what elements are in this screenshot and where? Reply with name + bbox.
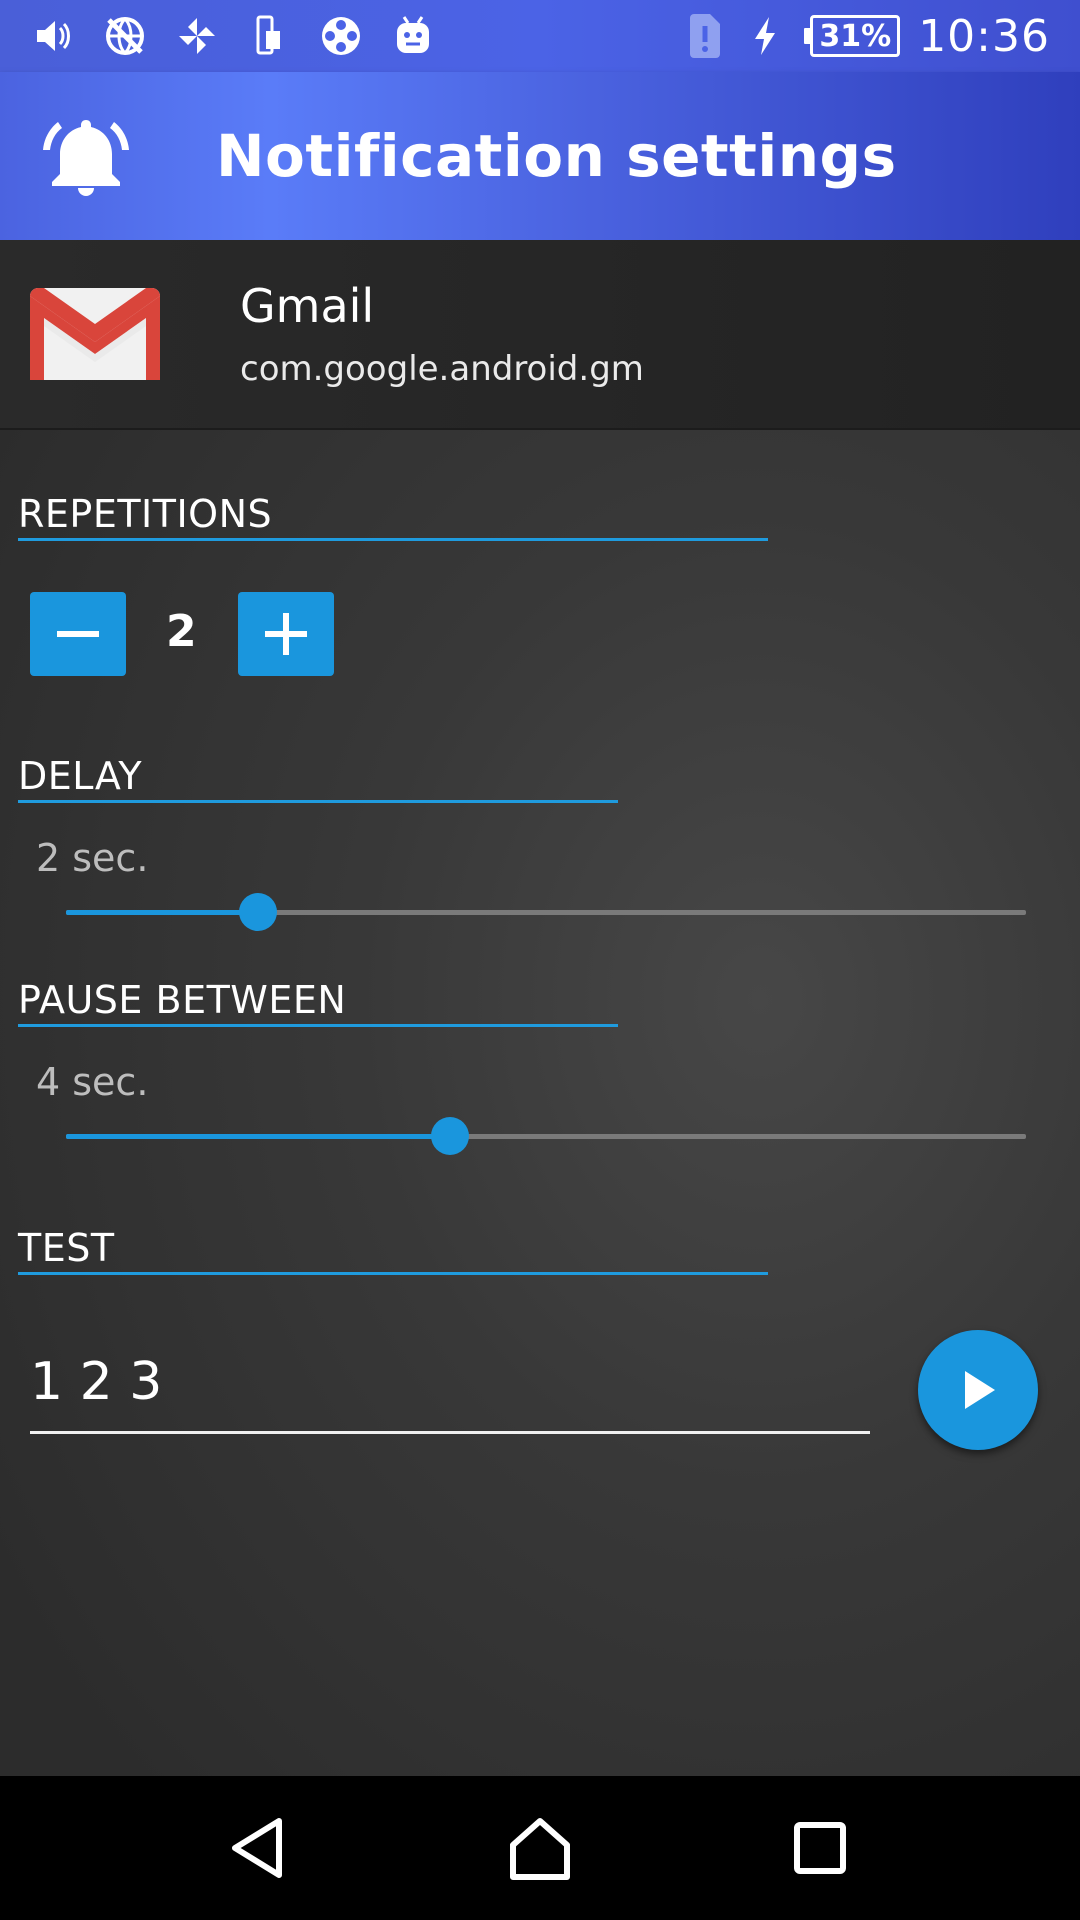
pause-between-slider-fill xyxy=(66,1134,450,1139)
delay-slider-fill xyxy=(66,910,258,915)
charging-icon xyxy=(744,15,786,57)
pause-between-value: 4 sec. xyxy=(36,1060,149,1104)
minus-icon xyxy=(57,631,99,637)
back-button[interactable] xyxy=(215,1803,305,1893)
film-reel-icon xyxy=(320,15,362,57)
delay-divider xyxy=(18,800,618,803)
battery-percent: 31% xyxy=(810,15,901,57)
decrement-button[interactable] xyxy=(30,592,126,676)
delay-label: DELAY xyxy=(18,754,143,798)
repetitions-label: REPETITIONS xyxy=(18,492,273,536)
plus-icon xyxy=(265,613,307,655)
play-button[interactable] xyxy=(918,1330,1038,1450)
screen: 31% 10:36 Notification settings Gmail co… xyxy=(0,0,1080,1920)
pause-between-slider-thumb[interactable] xyxy=(431,1117,469,1155)
page-title: Notification settings xyxy=(216,122,897,190)
test-divider xyxy=(18,1272,768,1275)
pause-between-slider[interactable] xyxy=(66,1117,1026,1155)
sim-alert-icon xyxy=(684,14,726,58)
pinwheel-icon xyxy=(176,15,218,57)
home-button[interactable] xyxy=(495,1803,585,1893)
gmail-icon xyxy=(30,288,160,380)
test-input[interactable]: 1 2 3 xyxy=(30,1348,870,1434)
pause-between-label: PAUSE BETWEEN xyxy=(18,978,347,1022)
delay-slider[interactable] xyxy=(66,893,1026,931)
test-label: TEST xyxy=(18,1226,115,1270)
recents-icon xyxy=(794,1822,846,1874)
increment-button[interactable] xyxy=(238,592,334,676)
navigation-bar xyxy=(0,1776,1080,1920)
home-icon xyxy=(510,1818,570,1880)
android-icon xyxy=(392,15,434,57)
delay-slider-thumb[interactable] xyxy=(239,893,277,931)
app-name: Gmail xyxy=(240,279,375,333)
status-bar: 31% 10:36 xyxy=(0,0,1080,72)
pause-between-divider xyxy=(18,1024,618,1027)
app-bar: Notification settings xyxy=(0,72,1080,240)
repetitions-value: 2 xyxy=(166,606,197,657)
delay-value: 2 sec. xyxy=(36,836,149,880)
phone-sim-icon xyxy=(248,15,290,57)
bell-icon xyxy=(43,120,129,196)
back-icon xyxy=(232,1818,282,1878)
repetitions-divider xyxy=(18,538,768,541)
recents-button[interactable] xyxy=(775,1803,865,1893)
app-header: Gmail com.google.android.gm xyxy=(0,240,1080,430)
volume-icon xyxy=(32,15,74,57)
battery-indicator: 31% xyxy=(804,15,901,57)
no-network-icon xyxy=(104,15,146,57)
app-package: com.google.android.gm xyxy=(240,349,644,389)
play-icon xyxy=(965,1371,995,1409)
clock: 10:36 xyxy=(918,10,1050,62)
